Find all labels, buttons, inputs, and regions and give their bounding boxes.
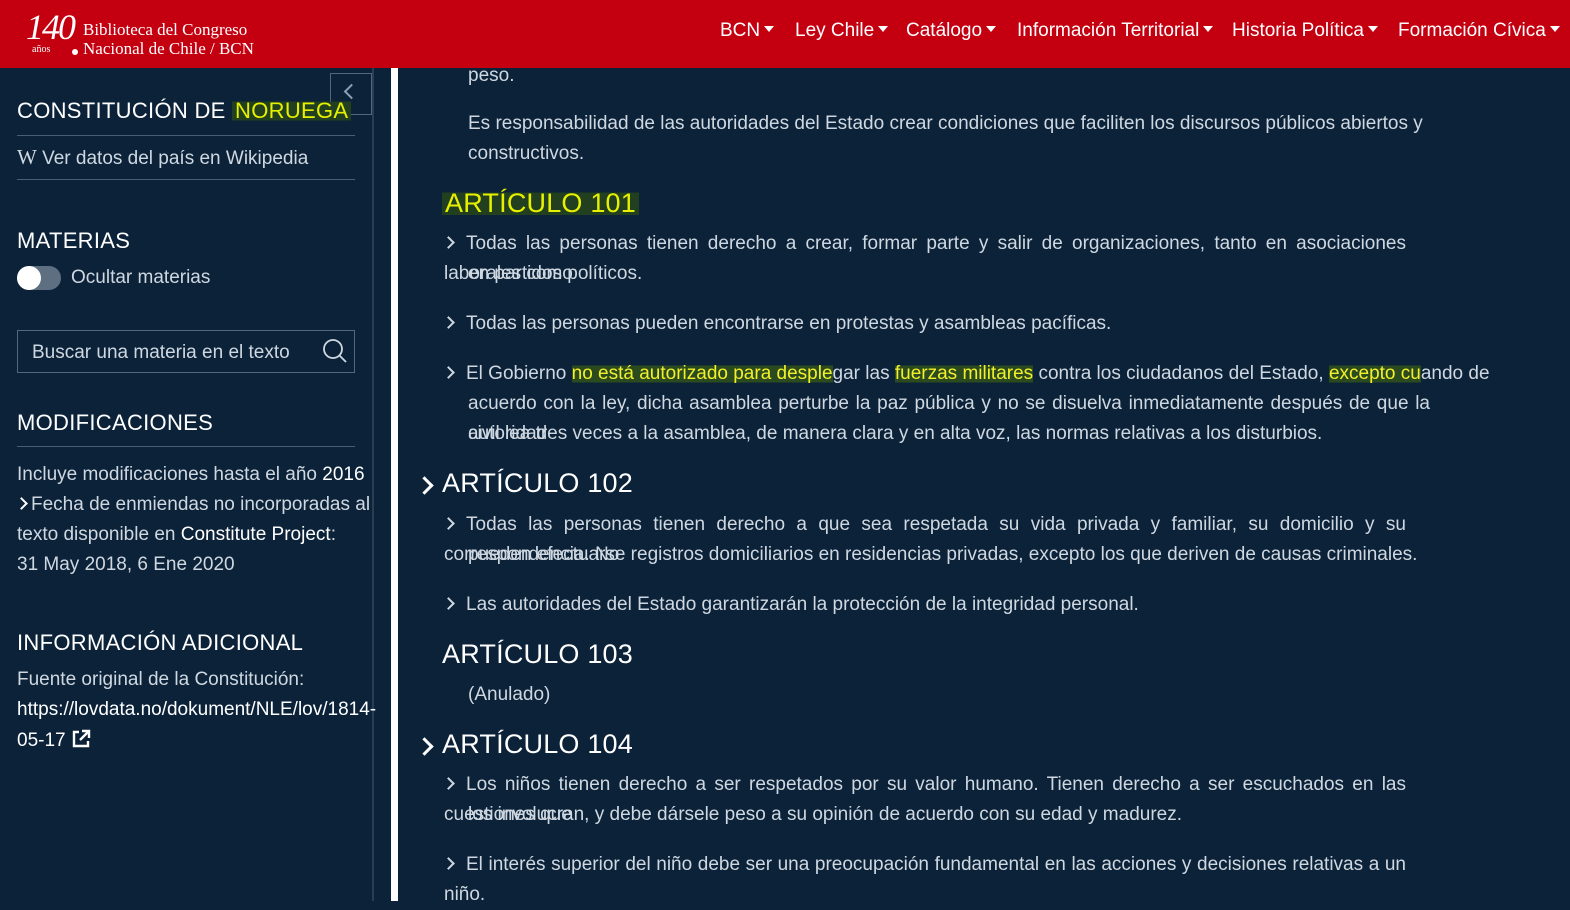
info-source-url-line2[interactable]: 05-17	[17, 729, 91, 752]
paragraph-segment: gar las	[832, 363, 895, 384]
caret-down-icon	[1368, 25, 1378, 32]
article-102-item-2[interactable]: Las autoridades del Estado garantizarán …	[442, 590, 1406, 620]
paragraph-line: en partidos políticos.	[468, 263, 643, 284]
caret-down-icon	[986, 25, 997, 32]
external-link-icon	[72, 729, 91, 748]
nav-ley-chile[interactable]: Ley Chile	[795, 20, 889, 42]
chevron-right-icon	[442, 316, 455, 329]
nav-historia-politica-label: Historia Política	[1232, 20, 1364, 41]
divider	[17, 179, 355, 180]
divider	[17, 135, 355, 136]
wikipedia-link-label: Ver datos del país en Wikipedia	[42, 148, 309, 169]
mod-dates: 31 May 2018, 6 Ene 2020	[17, 554, 235, 575]
article-101-item-3[interactable]: El Gobierno no está autorizado para desp…	[442, 359, 1490, 389]
info-adicional-heading: INFORMACIÓN ADICIONAL	[17, 630, 304, 655]
paragraph-line: los involucran, y debe dársele peso a su…	[468, 804, 1183, 825]
chevron-right-icon	[442, 517, 455, 530]
nav-informacion-territorial-label: Información Territorial	[1017, 20, 1200, 41]
wikipedia-link[interactable]: W Ver datos del país en Wikipedia	[17, 145, 308, 170]
logo-title-line2: Nacional de Chile / BCN	[83, 39, 254, 58]
article-102-title[interactable]: ARTÍCULO 102	[442, 468, 633, 499]
article-103-annulled: (Anulado)	[468, 684, 551, 705]
mod-line3-text: texto disponible en	[17, 524, 176, 545]
article-101-title[interactable]: ARTÍCULO 101	[442, 188, 639, 219]
caret-down-icon	[878, 25, 889, 32]
mod-line2-text: Fecha de enmiendas no incorporadas al	[31, 494, 371, 515]
search-icon[interactable]	[322, 338, 348, 364]
nav-bcn[interactable]: BCN	[720, 20, 775, 42]
nav-catalogo[interactable]: Catálogo	[906, 20, 997, 42]
chevron-left-icon	[343, 83, 360, 100]
info-source-url-line1[interactable]: https://lovdata.no/dokument/NLE/lov/1814…	[17, 699, 376, 721]
text-fragment: peso.	[468, 65, 515, 86]
nav-catalogo-label: Catálogo	[906, 20, 983, 41]
paragraph-line: Es responsabilidad de las autoridades de…	[468, 113, 1423, 134]
paragraph-segment: ando de	[1420, 363, 1490, 384]
constitute-project-link[interactable]: Constitute Project	[181, 524, 331, 545]
nav-bcn-label: BCN	[720, 20, 761, 41]
logo-140-number: 140	[26, 7, 76, 47]
chevron-right-icon	[15, 497, 28, 510]
caret-down-icon	[1203, 25, 1214, 32]
paragraph-line: constructivos.	[468, 143, 585, 164]
article-101-title-text: ARTÍCULO 101	[442, 188, 639, 218]
paragraph: Es responsabilidad de las autoridades de…	[468, 109, 1430, 139]
nav-formacion-civica-label: Formación Cívica	[1398, 20, 1546, 41]
logo-title-line1: Biblioteca del Congreso	[83, 20, 248, 39]
chevron-right-icon	[442, 597, 455, 610]
nav-formacion-civica[interactable]: Formación Cívica	[1398, 20, 1560, 42]
logo-years-label: años	[32, 44, 51, 55]
highlighted-term: fuerzas militares	[894, 363, 1034, 384]
chevron-right-icon[interactable]	[415, 737, 434, 756]
nav-historia-politica[interactable]: Historia Política	[1232, 20, 1378, 42]
info-source-url-text: 05-17	[17, 730, 66, 751]
article-104-item-2[interactable]: El interés superior del niño debe ser un…	[442, 850, 1406, 910]
chevron-right-icon	[442, 236, 455, 249]
nav-informacion-territorial[interactable]: Información Territorial	[1017, 20, 1214, 42]
toggle-knob[interactable]	[17, 266, 41, 290]
chevron-right-icon	[442, 777, 455, 790]
divider	[17, 446, 355, 447]
search-input[interactable]	[30, 331, 324, 374]
search-box	[17, 330, 355, 374]
caret-down-icon	[1549, 25, 1560, 32]
chevron-right-icon[interactable]	[415, 476, 434, 495]
materias-heading: MATERIAS	[17, 228, 131, 253]
paragraph-line: civil lea tres veces a la asamblea, de m…	[468, 423, 1323, 444]
info-source-label: Fuente original de la Constitución:	[17, 669, 305, 690]
mod-year: 2016	[322, 464, 365, 485]
mod-line3-suffix: :	[330, 524, 336, 545]
mod-line3: texto disponible en Constitute Project:	[17, 524, 336, 546]
highlighted-term: no está autorizado para desple	[571, 363, 833, 384]
article-103-title[interactable]: ARTÍCULO 103	[442, 639, 633, 670]
paragraph-segment: El Gobierno	[466, 363, 572, 384]
chevron-right-icon	[442, 857, 455, 870]
paragraph-line: pueden efectuarse registros domiciliario…	[468, 544, 1418, 565]
nav-ley-chile-label: Ley Chile	[795, 20, 875, 41]
caret-down-icon	[764, 25, 775, 32]
toggle-label: Ocultar materias	[71, 267, 211, 288]
mod-line1-text: Incluye modificaciones hasta el año	[17, 464, 317, 485]
modificaciones-heading: MODIFICACIONES	[17, 410, 214, 435]
content-border	[391, 68, 398, 901]
mod-line1: Incluye modificaciones hasta el año 2016	[17, 464, 365, 486]
top-navigation-bar: 140 años Biblioteca del Congreso Naciona…	[0, 0, 1570, 68]
constitution-title: CONSTITUCIÓN DE NORUEGA	[17, 98, 352, 124]
chevron-right-icon	[442, 366, 455, 379]
highlighted-term: excepto cu	[1328, 363, 1421, 384]
wikipedia-icon: W	[17, 145, 37, 169]
article-104-title[interactable]: ARTÍCULO 104	[442, 729, 633, 760]
article-101-item-2[interactable]: Todas las personas pueden encontrarse en…	[442, 309, 1406, 339]
sidebar-divider	[372, 68, 374, 901]
paragraph-line: Todas las personas pueden encontrarse en…	[466, 313, 1112, 334]
logo-dot-icon	[72, 49, 78, 55]
paragraph-line: El interés superior del niño debe ser un…	[444, 854, 1406, 905]
constitution-country: NORUEGA	[232, 98, 352, 123]
mod-line2[interactable]: Fecha de enmiendas no incorporadas al	[15, 494, 371, 516]
paragraph-line: Las autoridades del Estado garantizarán …	[466, 594, 1139, 615]
constitution-title-prefix: CONSTITUCIÓN DE	[17, 98, 226, 123]
paragraph-segment: contra los ciudadanos del Estado,	[1033, 363, 1329, 384]
